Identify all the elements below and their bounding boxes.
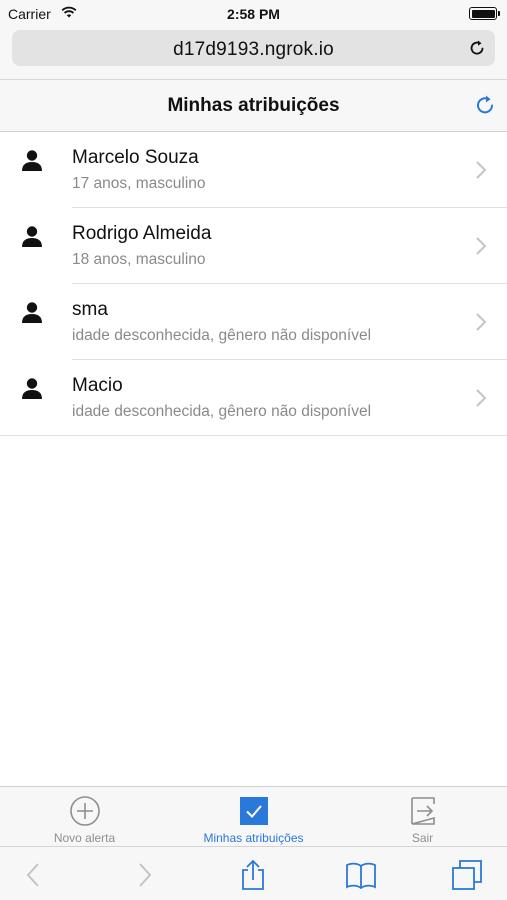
bookmarks-icon[interactable] (345, 859, 377, 891)
tab-label: Sair (411, 831, 434, 845)
tab-bar: Novo alerta Minhas atribuições Sair (0, 786, 507, 846)
row-divider (0, 435, 507, 436)
assignee-name: Macio (72, 375, 123, 396)
chevron-right-icon (476, 389, 487, 407)
status-bar: Carrier 2:58 PM (0, 0, 507, 28)
assignee-name: sma (72, 299, 108, 320)
reload-icon[interactable] (467, 38, 487, 58)
tab-sair[interactable]: Sair (338, 787, 507, 847)
person-icon (22, 378, 42, 399)
tab-novo-alerta[interactable]: Novo alerta (0, 787, 169, 847)
person-icon (22, 302, 42, 323)
back-icon[interactable] (18, 859, 50, 891)
tab-label: Minhas atribuições (203, 831, 304, 845)
assignee-details: idade desconhecida, gênero não disponíve… (72, 403, 372, 420)
tab-minhas-atribuicoes[interactable]: Minhas atribuições (169, 787, 338, 847)
person-icon (22, 150, 42, 171)
assignee-details: idade desconhecida, gênero não disponíve… (72, 327, 372, 344)
list-item[interactable]: sma idade desconhecida, gênero não dispo… (0, 284, 507, 360)
forward-icon[interactable] (128, 859, 160, 891)
tabs-icon[interactable] (451, 859, 483, 891)
share-icon[interactable] (237, 859, 269, 891)
checkbox-icon (240, 797, 268, 825)
address-bar[interactable]: d17d9193.ngrok.io (12, 30, 495, 66)
browser-chrome: Carrier 2:58 PM d17d9193.ngrok.io (0, 0, 507, 80)
chevron-right-icon (476, 237, 487, 255)
list-item[interactable]: Rodrigo Almeida 18 anos, masculino (0, 208, 507, 284)
browser-toolbar (0, 846, 507, 900)
list-item[interactable]: Macio idade desconhecida, gênero não dis… (0, 360, 507, 436)
navigation-bar: Minhas atribuições (0, 80, 507, 132)
page-title: Minhas atribuições (167, 95, 340, 116)
refresh-icon[interactable] (473, 93, 497, 117)
assignee-details: 17 anos, masculino (72, 175, 206, 192)
battery-icon (469, 7, 500, 20)
chevron-right-icon (476, 313, 487, 331)
assignment-list: Marcelo Souza 17 anos, masculino Rodrigo… (0, 132, 507, 436)
assignee-details: 18 anos, masculino (72, 251, 206, 268)
assignee-name: Rodrigo Almeida (72, 223, 212, 244)
clock: 2:58 PM (227, 6, 280, 22)
tab-label: Novo alerta (53, 831, 116, 845)
plus-circle-icon (70, 796, 100, 826)
chevron-right-icon (476, 161, 487, 179)
url-text: d17d9193.ngrok.io (173, 39, 334, 60)
person-icon (22, 226, 42, 247)
list-item[interactable]: Marcelo Souza 17 anos, masculino (0, 132, 507, 208)
assignee-name: Marcelo Souza (72, 147, 199, 168)
exit-icon (411, 797, 435, 825)
